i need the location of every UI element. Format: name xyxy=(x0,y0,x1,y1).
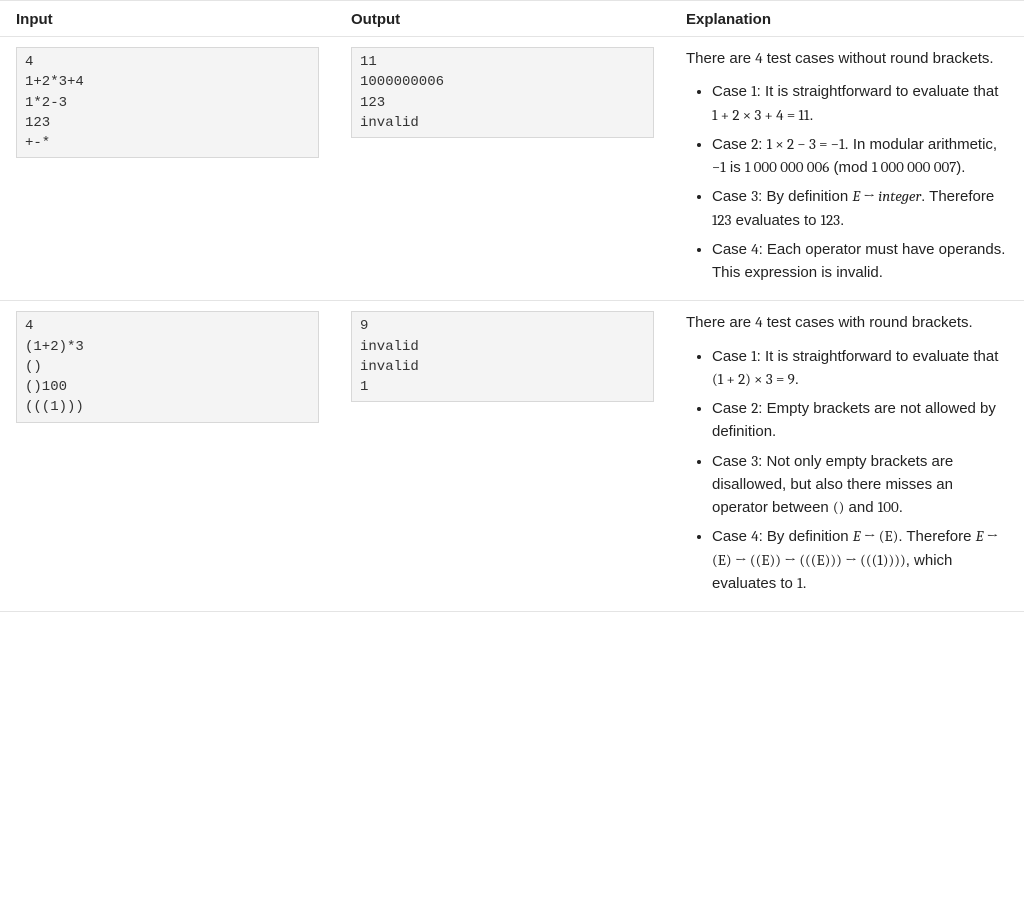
table-row: 4 1+2*3+4 1*2-3 123 +-* 11 1000000006 12… xyxy=(0,37,1024,301)
header-row: Input Output Explanation xyxy=(0,1,1024,37)
math-number: 4 xyxy=(755,49,762,67)
list-item: Case 2: Empty brackets are not allowed b… xyxy=(712,397,1008,444)
list-item: Case 1: It is straightforward to evaluat… xyxy=(712,80,1008,127)
list-item: Case 2: 1 × 2 − 3 = −1. In modular arith… xyxy=(712,133,1008,180)
output-block: 9 invalid invalid 1 xyxy=(351,311,654,402)
table-row: 4 (1+2)*3 () ()100 (((1))) 9 invalid inv… xyxy=(0,301,1024,612)
list-item: Case 3: Not only empty brackets are disa… xyxy=(712,450,1008,520)
header-output: Output xyxy=(335,1,670,37)
input-block: 4 (1+2)*3 () ()100 (((1))) xyxy=(16,311,319,422)
input-block: 4 1+2*3+4 1*2-3 123 +-* xyxy=(16,47,319,158)
header-explanation: Explanation xyxy=(670,1,1024,37)
explanation-cell: There are 4 test cases with round bracke… xyxy=(670,301,1024,612)
text: test cases without round brackets. xyxy=(763,50,994,67)
case-list: Case 1: It is straightforward to evaluat… xyxy=(686,345,1008,596)
text: There are xyxy=(686,50,755,67)
header-input: Input xyxy=(0,1,335,37)
text: There are xyxy=(686,314,755,331)
list-item: Case 4: Each operator must have operands… xyxy=(712,238,1008,285)
text: test cases with round brackets. xyxy=(763,314,973,331)
case-list: Case 1: It is straightforward to evaluat… xyxy=(686,80,1008,284)
list-item: Case 4: By definition E → (E). Therefore… xyxy=(712,525,1008,595)
explanation-cell: There are 4 test cases without round bra… xyxy=(670,37,1024,301)
math-number: 4 xyxy=(755,313,762,331)
examples-table: Input Output Explanation 4 1+2*3+4 1*2-3… xyxy=(0,0,1024,612)
output-block: 11 1000000006 123 invalid xyxy=(351,47,654,138)
list-item: Case 3: By definition E → integer. There… xyxy=(712,185,1008,232)
list-item: Case 1: It is straightforward to evaluat… xyxy=(712,345,1008,392)
